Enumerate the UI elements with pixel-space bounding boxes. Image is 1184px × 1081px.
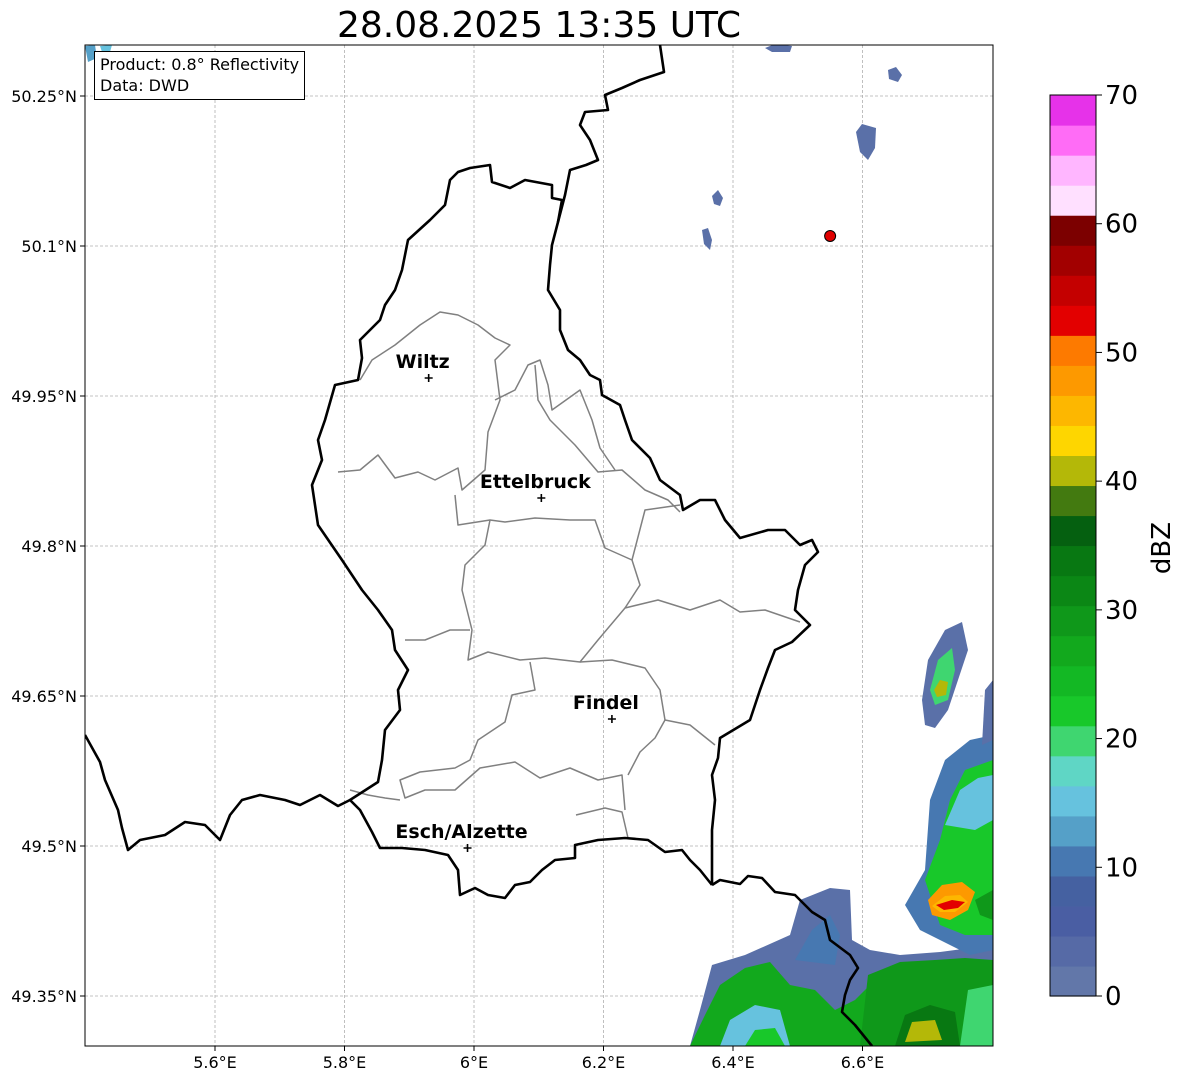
colorbar-ticks: 0 10 20 30 40 50 60 70 [1096,81,1138,1012]
colorbar-band-5 [1050,815,1096,847]
colorbar-band-7 [1050,755,1096,787]
colorbar-band-19 [1050,395,1096,426]
colorbar: 0 10 20 30 40 50 60 70 dBZ [1049,81,1177,1012]
colorbar-tick-label-2: 20 [1105,725,1138,755]
colorbar-band-20 [1050,365,1096,396]
colorbar-band-13 [1050,575,1096,607]
colorbar-band-16 [1050,485,1096,517]
colorbar-tick-label-7: 70 [1105,81,1138,111]
colorbar-label: dBZ [1147,522,1177,574]
colorbar-band-17 [1050,455,1096,487]
colorbar-band-25 [1050,215,1096,246]
colorbar-band-8 [1050,725,1096,757]
colorbar-band-21 [1050,335,1096,366]
colorbar-band-11 [1050,635,1096,667]
colorbar-tick-label-0: 0 [1105,982,1122,1012]
colorbar-tick-label-3: 30 [1105,596,1138,626]
colorbar-band-0 [1050,965,1096,997]
colorbar-band-4 [1050,845,1096,877]
colorbar-band-29 [1050,95,1096,126]
colorbar-band-15 [1050,515,1096,547]
colorbar-band-22 [1050,305,1096,336]
colorbar-tick-label-1: 10 [1105,853,1138,883]
colorbar-band-10 [1050,665,1096,697]
colorbar-band-3 [1050,875,1096,907]
colorbar-band-9 [1050,695,1096,727]
colorbar-band-26 [1050,185,1096,216]
colorbar-band-14 [1050,545,1096,577]
colorbar-band-28 [1050,125,1096,156]
colorbar-band-27 [1050,155,1096,186]
colorbar-band-23 [1050,275,1096,306]
colorbar-band-12 [1050,605,1096,637]
colorbar-bands [1050,95,1096,997]
colorbar-band-2 [1050,905,1096,937]
colorbar-tick-label-4: 40 [1105,467,1138,497]
colorbar-band-24 [1050,245,1096,276]
colorbar-band-1 [1050,935,1096,967]
colorbar-tick-label-6: 60 [1105,210,1138,240]
colorbar-band-6 [1050,785,1096,817]
colorbar-tick-label-5: 50 [1105,338,1138,368]
colorbar-band-18 [1050,425,1096,456]
